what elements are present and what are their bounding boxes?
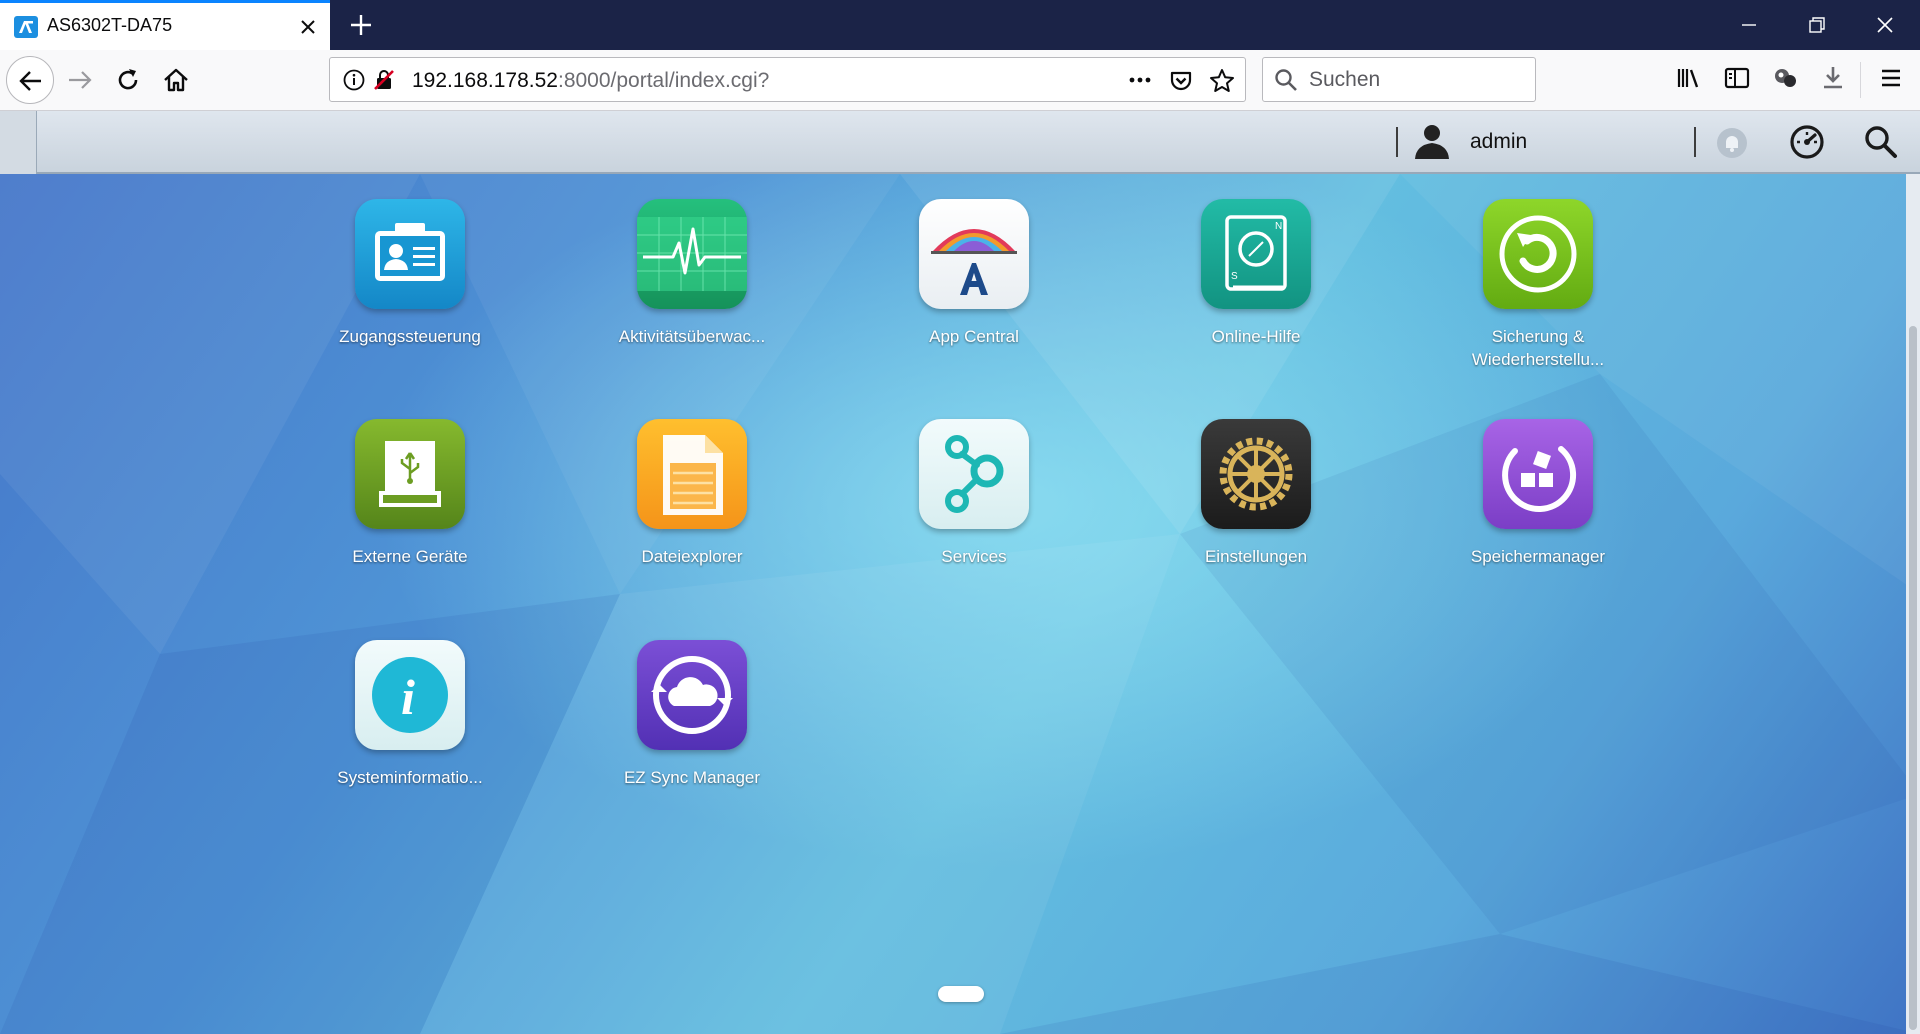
file-explorer-icon bbox=[637, 419, 747, 529]
page-indicator[interactable] bbox=[938, 986, 984, 1002]
external-devices-icon bbox=[355, 419, 465, 529]
url-host: 192.168.178.52 bbox=[412, 69, 558, 92]
dashboard-gauge-icon[interactable] bbox=[1788, 123, 1826, 161]
home-icon[interactable] bbox=[160, 64, 192, 96]
username-label[interactable]: admin bbox=[1470, 130, 1527, 154]
insecure-lock-icon[interactable] bbox=[372, 68, 396, 92]
app-sicherung-wiederherstellung[interactable]: Sicherung & Wiederherstellu... bbox=[1438, 199, 1638, 369]
app-online-hilfe[interactable]: N S Online-Hilfe bbox=[1156, 199, 1356, 359]
app-label: Systeminformatio... bbox=[337, 768, 483, 787]
adm-portal: admin Zugangssteuerung Aktivitätsüberwac… bbox=[0, 111, 1920, 1034]
system-info-icon: i bbox=[355, 640, 465, 750]
hamburger-menu-icon[interactable] bbox=[1876, 63, 1906, 93]
online-help-icon: N S bbox=[1201, 199, 1311, 309]
backup-restore-icon bbox=[1483, 199, 1593, 309]
app-label: Speichermanager bbox=[1470, 547, 1606, 566]
info-icon[interactable] bbox=[342, 68, 366, 92]
header-divider bbox=[1694, 127, 1696, 157]
window-restore-icon[interactable] bbox=[1805, 13, 1829, 37]
app-zugangssteuerung[interactable]: Zugangssteuerung bbox=[310, 199, 510, 359]
activity-monitor-icon bbox=[637, 199, 747, 309]
user-icon[interactable] bbox=[1412, 121, 1452, 161]
asustor-favicon-icon bbox=[14, 16, 38, 38]
app-systeminformation[interactable]: i Systeminformatio... bbox=[310, 640, 510, 800]
app-label: EZ Sync Manager bbox=[623, 768, 761, 787]
page-actions-more-icon[interactable] bbox=[1126, 68, 1154, 92]
pocket-icon[interactable] bbox=[1168, 68, 1194, 94]
app-externe-geraete[interactable]: Externe Geräte bbox=[310, 419, 510, 579]
sidebar-icon[interactable] bbox=[1722, 63, 1752, 93]
ez-sync-icon bbox=[637, 640, 747, 750]
app-speichermanager[interactable]: Speichermanager bbox=[1438, 419, 1638, 579]
header-divider bbox=[1396, 127, 1398, 157]
new-tab-plus-icon[interactable] bbox=[347, 11, 375, 39]
search-icon bbox=[1275, 69, 1297, 91]
notifications-bell-icon[interactable] bbox=[1714, 125, 1750, 161]
settings-icon bbox=[1201, 419, 1311, 529]
access-control-icon bbox=[355, 199, 465, 309]
app-label: Einstellungen bbox=[1204, 547, 1308, 566]
arrow-left-icon bbox=[19, 71, 41, 91]
app-label-line-2: Wiederherstellu... bbox=[1471, 350, 1605, 369]
scrollbar[interactable] bbox=[1906, 174, 1920, 1034]
url-bar[interactable]: 192.168.178.52:8000/portal/index.cgi? bbox=[329, 57, 1246, 102]
app-dateiexplorer[interactable]: Dateiexplorer bbox=[592, 419, 792, 579]
app-label: Aktivitätsüberwac... bbox=[618, 327, 766, 346]
app-app-central[interactable]: App Central bbox=[874, 199, 1074, 359]
scrollbar-thumb[interactable] bbox=[1909, 326, 1917, 1030]
app-aktivitaetsueberwachung[interactable]: Aktivitätsüberwac... bbox=[592, 199, 792, 359]
app-services[interactable]: Services bbox=[874, 419, 1074, 579]
app-label: Services bbox=[941, 547, 1007, 566]
app-central-icon bbox=[919, 199, 1029, 309]
services-icon bbox=[919, 419, 1029, 529]
app-label: Externe Geräte bbox=[352, 547, 468, 566]
app-label: Online-Hilfe bbox=[1211, 327, 1301, 346]
portal-header: admin bbox=[0, 111, 1920, 174]
window-minimize-icon[interactable] bbox=[1737, 13, 1761, 37]
tab-title: AS6302T-DA75 bbox=[47, 15, 173, 35]
storage-manager-icon bbox=[1483, 419, 1593, 529]
browser-titlebar: AS6302T-DA75 bbox=[0, 0, 1920, 50]
reload-icon[interactable] bbox=[112, 64, 144, 96]
app-ez-sync-manager[interactable]: EZ Sync Manager bbox=[592, 640, 792, 800]
forward-arrow-icon[interactable] bbox=[64, 64, 96, 96]
app-label: App Central bbox=[929, 327, 1019, 346]
url-text[interactable]: 192.168.178.52:8000/portal/index.cgi? bbox=[412, 69, 769, 93]
library-icon[interactable] bbox=[1674, 63, 1704, 93]
window-close-icon[interactable] bbox=[1873, 13, 1897, 37]
app-label: Sicherung & Wiederherstellu... bbox=[1438, 325, 1638, 371]
svg-text:S: S bbox=[1231, 271, 1238, 282]
svg-text:i: i bbox=[401, 669, 415, 725]
download-icon[interactable] bbox=[1818, 63, 1848, 93]
svg-text:N: N bbox=[1275, 221, 1282, 232]
toolbar-separator bbox=[1860, 62, 1861, 98]
app-label: Dateiexplorer bbox=[641, 547, 743, 566]
bookmark-star-icon[interactable] bbox=[1208, 67, 1236, 95]
browser-navbar: 192.168.178.52:8000/portal/index.cgi? bbox=[0, 50, 1920, 111]
extension-icon[interactable] bbox=[1770, 63, 1800, 93]
back-button[interactable] bbox=[6, 56, 54, 104]
portal-desktop: Zugangssteuerung Aktivitätsüberwac... Ap… bbox=[0, 174, 1920, 1034]
search-input[interactable] bbox=[1309, 67, 1529, 93]
app-label: Zugangssteuerung bbox=[339, 327, 481, 346]
app-label-line-1: Sicherung & bbox=[1491, 327, 1585, 346]
browser-tab[interactable]: AS6302T-DA75 bbox=[0, 0, 330, 50]
app-einstellungen[interactable]: Einstellungen bbox=[1156, 419, 1356, 579]
portal-search-icon[interactable] bbox=[1862, 123, 1900, 161]
url-path: :8000/portal/index.cgi? bbox=[557, 69, 770, 92]
close-tab-icon[interactable] bbox=[296, 15, 320, 39]
taskbar-toggle[interactable] bbox=[0, 111, 37, 174]
search-bar[interactable] bbox=[1262, 57, 1536, 102]
